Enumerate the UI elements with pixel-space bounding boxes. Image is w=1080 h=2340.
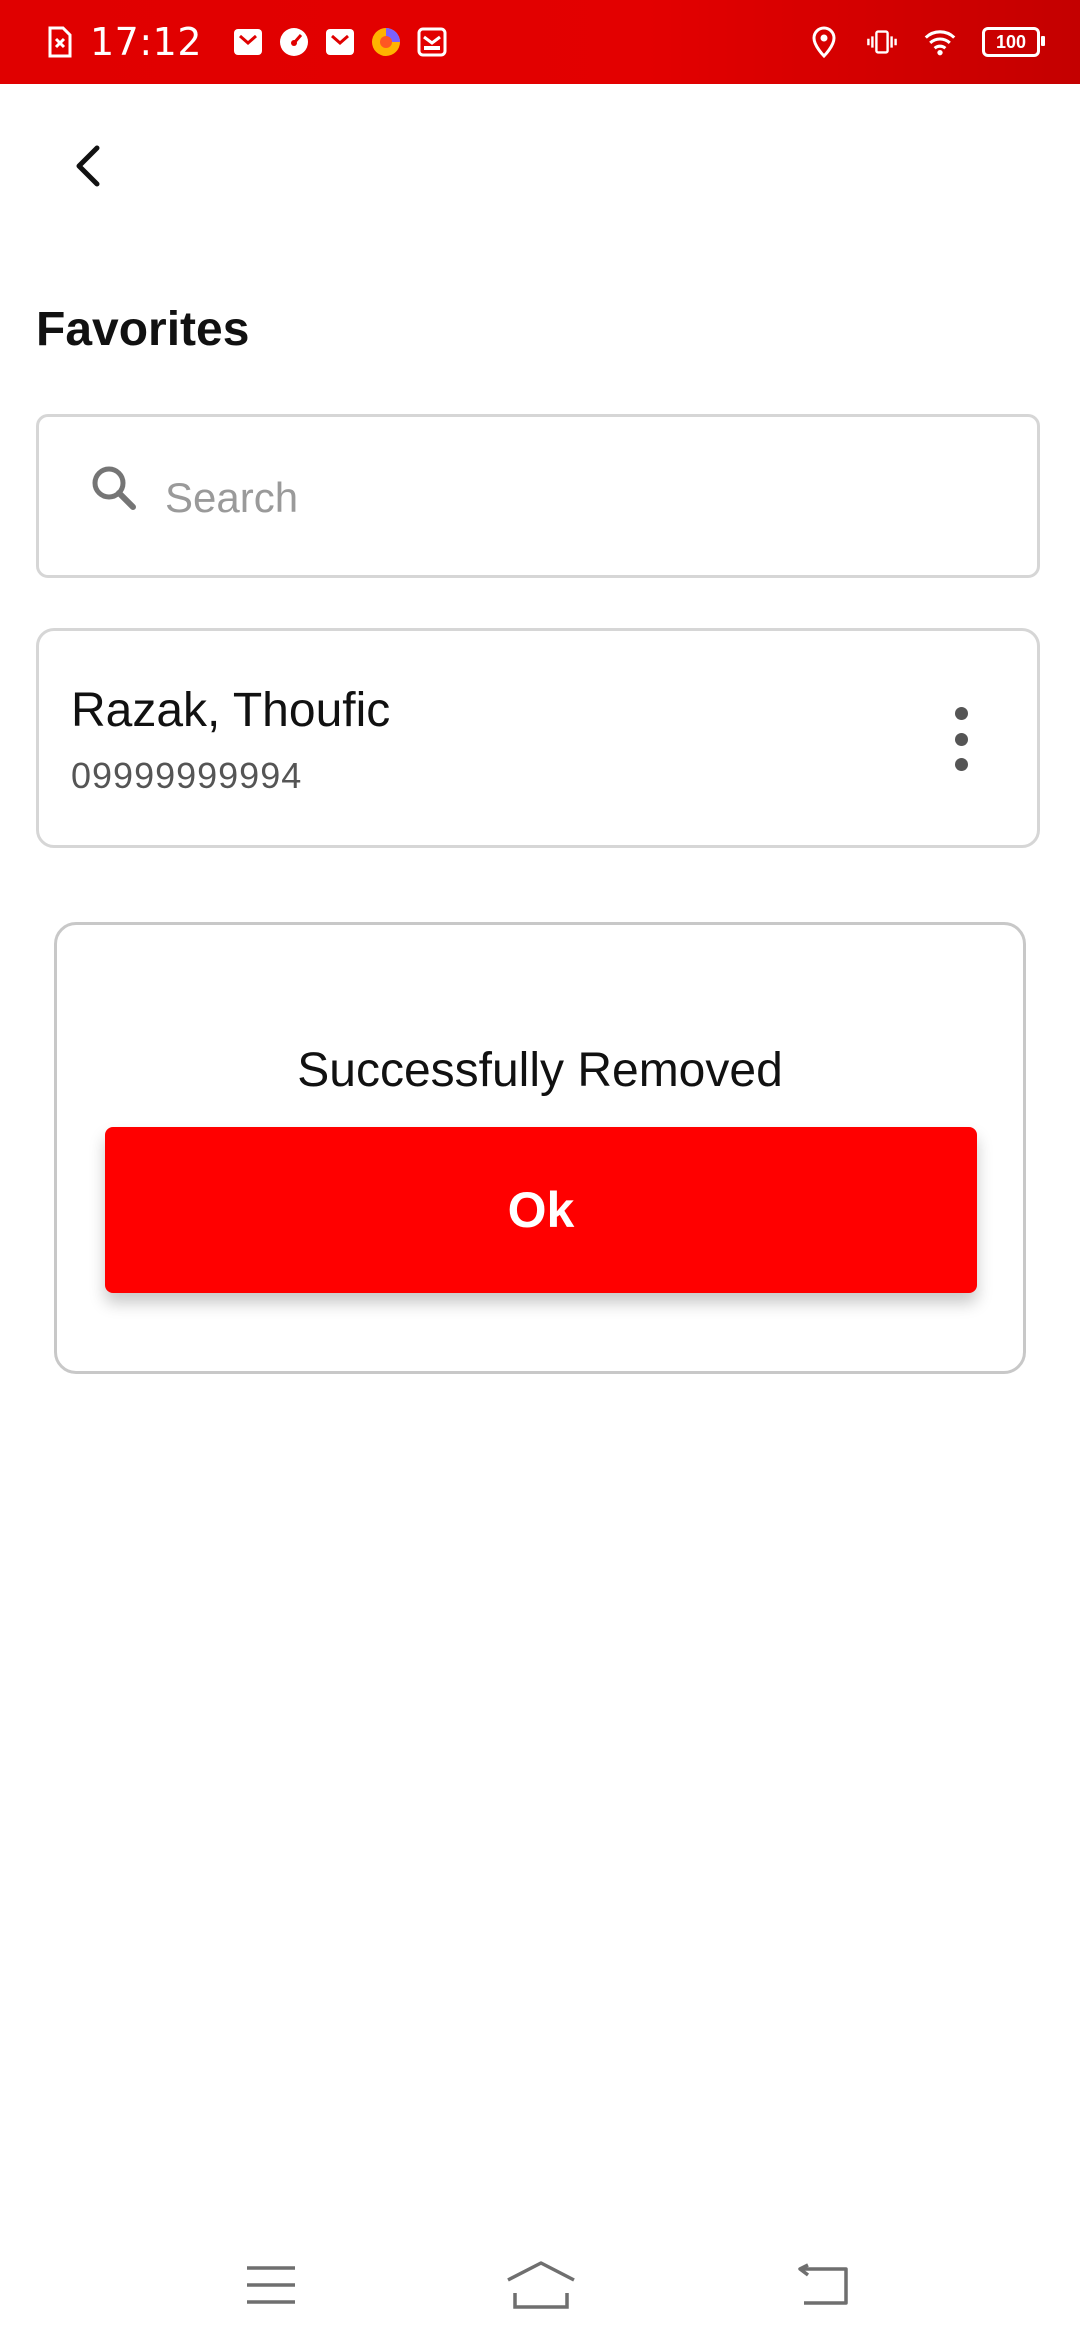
contact-name: Razak, Thoufic: [71, 684, 391, 737]
sim-off-icon: [44, 26, 76, 58]
search-input[interactable]: [163, 457, 1007, 539]
back-button[interactable]: [56, 134, 120, 198]
status-bar: 17:12 100: [0, 0, 1080, 84]
home-icon[interactable]: [496, 2250, 586, 2320]
ok-button[interactable]: Ok: [105, 1127, 977, 1293]
system-nav-bar: [0, 2220, 1080, 2340]
vibrate-icon: [866, 26, 898, 58]
wifi-icon: [924, 26, 956, 58]
speedometer-icon: [278, 26, 310, 58]
chevron-left-icon: [76, 145, 100, 187]
battery-level: 100: [995, 31, 1027, 52]
mail-icon: [232, 26, 264, 58]
inbox-icon: [416, 26, 448, 58]
status-bar-left: 17:12: [44, 0, 448, 84]
success-dialog: Successfully Removed Ok: [54, 922, 1026, 1374]
dialog-message: Successfully Removed: [297, 1044, 783, 1097]
browser-icon: [370, 26, 402, 58]
status-time: 17:12: [90, 20, 203, 64]
status-bar-right: 100: [808, 0, 1045, 84]
page-title: Favorites: [36, 303, 250, 356]
battery-icon: 100: [982, 27, 1045, 57]
back-icon[interactable]: [778, 2250, 868, 2320]
search-box[interactable]: [36, 414, 1040, 578]
search-icon: [87, 461, 143, 517]
mail-icon: [324, 26, 356, 58]
contact-phone: 09999999994: [71, 755, 303, 796]
more-options-icon[interactable]: [941, 707, 981, 771]
list-item[interactable]: Razak, Thoufic 09999999994: [36, 628, 1040, 848]
menu-icon[interactable]: [226, 2250, 316, 2320]
location-icon: [808, 26, 840, 58]
